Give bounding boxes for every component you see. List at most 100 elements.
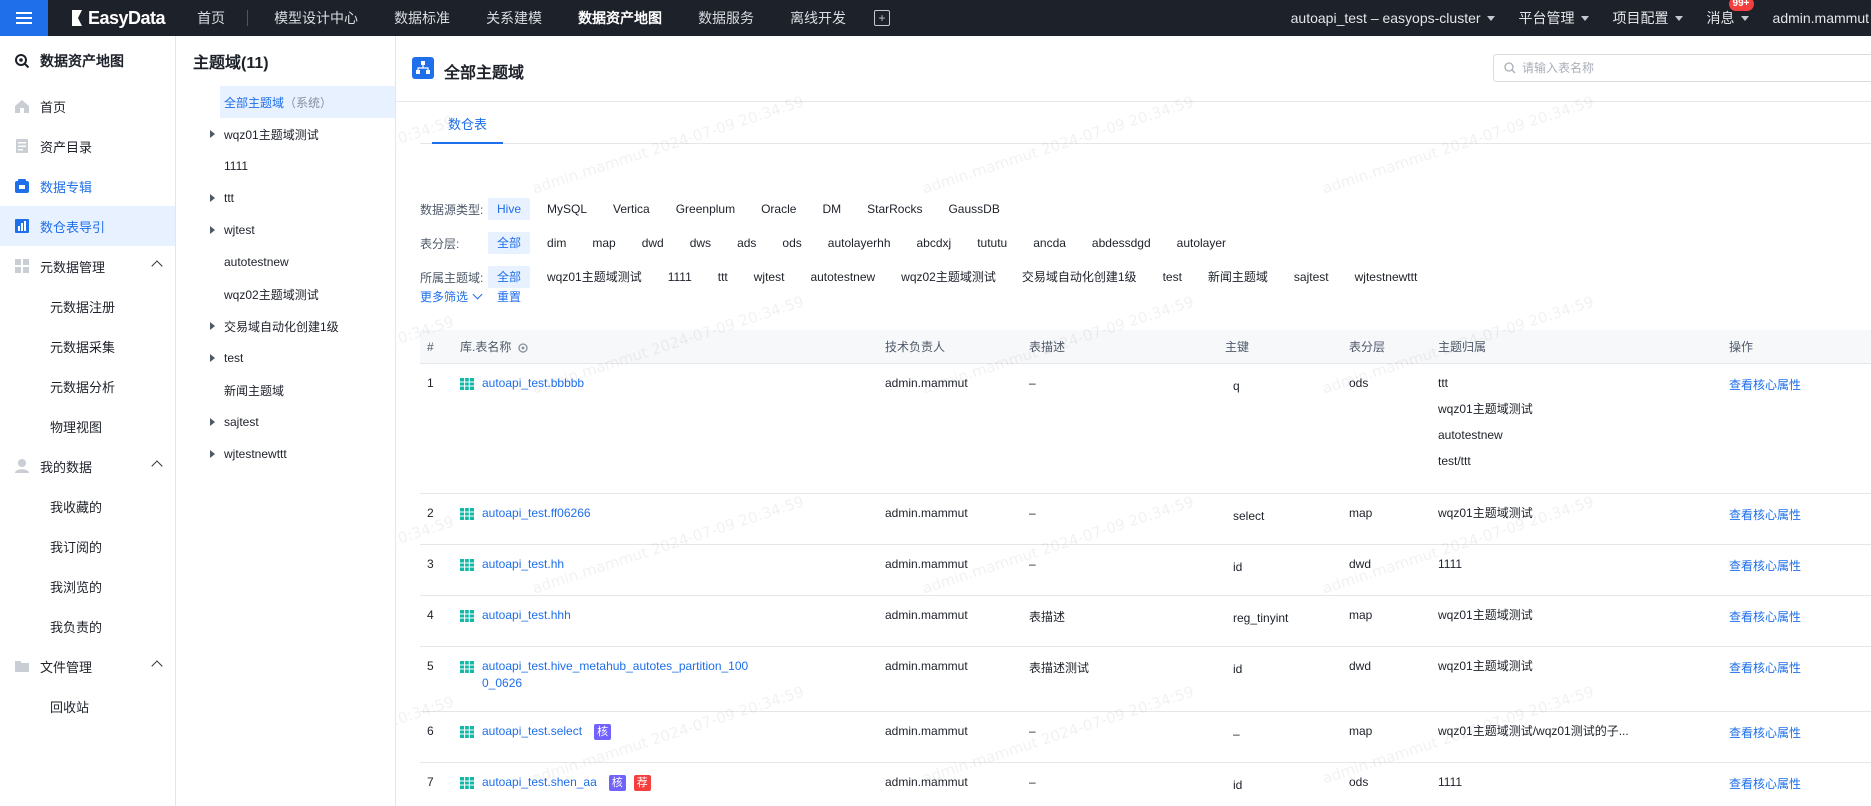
sidebar-subitem-favorites[interactable]: 我收藏的 [0, 486, 175, 526]
filter-chip[interactable]: ancda [1024, 232, 1075, 254]
filter-chip[interactable]: Oracle [752, 198, 805, 220]
filter-chip[interactable]: wqz01主题域测试 [538, 266, 651, 288]
tree-node[interactable]: ttt [176, 182, 395, 214]
sidebar-subitem-physical-view[interactable]: 物理视图 [0, 406, 175, 446]
tree-node[interactable]: wjtest [176, 214, 395, 246]
view-core-attributes-link[interactable]: 查看核心属性 [1729, 378, 1801, 392]
sidebar-subitem-responsible[interactable]: 我负责的 [0, 606, 175, 646]
filter-chip[interactable]: autolayer [1168, 232, 1235, 254]
tree-node[interactable]: 1111 [176, 150, 395, 182]
sidebar-item-guide[interactable]: 数仓表导引 [0, 206, 175, 246]
filter-chip[interactable]: sajtest [1285, 266, 1338, 288]
search-input[interactable] [1522, 61, 1822, 75]
table-name-link[interactable]: autoapi_test.shen_aa [482, 775, 597, 789]
view-core-attributes-link[interactable]: 查看核心属性 [1729, 559, 1801, 573]
filter-chip[interactable]: ttt [709, 266, 737, 288]
filter-chip[interactable]: Hive [488, 198, 531, 220]
view-core-attributes-link[interactable]: 查看核心属性 [1729, 726, 1801, 740]
nav-relational-modeling[interactable]: 关系建模 [468, 0, 560, 36]
sidebar-subitem-subscribed[interactable]: 我订阅的 [0, 526, 175, 566]
sidebar-subitem-recycle-bin[interactable]: 回收站 [0, 686, 175, 726]
filter-chip[interactable]: test [1154, 266, 1191, 288]
app-logo[interactable]: EasyData [70, 8, 166, 29]
platform-menu[interactable]: 平台管理 [1507, 8, 1601, 28]
filter-chip[interactable]: wqz02主题域测试 [892, 266, 1005, 288]
tree-node[interactable]: wqz01主题域测试 [176, 118, 395, 150]
table-search[interactable] [1493, 54, 1871, 82]
sidebar-item-files[interactable]: 文件管理 [0, 646, 175, 686]
sidebar-item-home[interactable]: 首页 [0, 86, 175, 126]
filter-chip[interactable]: 1111 [659, 266, 701, 288]
add-tab-icon[interactable]: + [874, 10, 891, 26]
reset-button[interactable]: 重置 [497, 288, 521, 305]
filter-chip[interactable]: tututu [968, 232, 1016, 254]
table-name-link[interactable]: autoapi_test.ff06266 [482, 506, 591, 520]
caret-right-icon[interactable] [210, 130, 215, 138]
sidebar-subitem-meta-analysis[interactable]: 元数据分析 [0, 366, 175, 406]
table-name-link[interactable]: autoapi_test.bbbbb [482, 376, 584, 390]
caret-right-icon[interactable] [210, 418, 215, 426]
filter-chip[interactable]: Vertica [604, 198, 659, 220]
nav-data-asset-map[interactable]: 数据资产地图 [560, 0, 680, 36]
gear-icon[interactable] [517, 342, 529, 354]
user-menu[interactable]: admin.mammut [1761, 10, 1871, 26]
view-core-attributes-link[interactable]: 查看核心属性 [1729, 661, 1801, 675]
tree-node[interactable]: wqz02主题域测试 [176, 278, 395, 310]
table-name-link[interactable]: autoapi_test.hive_metahub_autotes_partit… [482, 659, 748, 693]
sidebar-subitem-meta-register[interactable]: 元数据注册 [0, 286, 175, 326]
filter-chip[interactable]: wjtestnewttt [1346, 266, 1427, 288]
table-name-link[interactable]: autoapi_test.select [482, 724, 582, 738]
cluster-select[interactable]: autoapi_test – easyops-cluster [1279, 10, 1507, 26]
filter-chip[interactable]: dwd [633, 232, 673, 254]
filter-chip[interactable]: dim [538, 232, 575, 254]
project-menu[interactable]: 项目配置 [1601, 8, 1695, 28]
view-core-attributes-link[interactable]: 查看核心属性 [1729, 610, 1801, 624]
filter-chip[interactable]: autolayerhh [819, 232, 900, 254]
table-name-link[interactable]: autoapi_test.hhh [482, 608, 571, 622]
filter-chip[interactable]: 全部 [488, 232, 531, 254]
sidebar-item-metadata[interactable]: 元数据管理 [0, 246, 175, 286]
filter-chip[interactable]: DM [813, 198, 850, 220]
filter-chip[interactable]: StarRocks [858, 198, 931, 220]
tree-node[interactable]: 交易域自动化创建1级 [176, 310, 395, 342]
menu-icon[interactable] [0, 0, 48, 36]
tree-node[interactable]: sajtest [176, 406, 395, 438]
tree-node-all-domains[interactable]: 全部主题域 （系统） [220, 86, 395, 118]
filter-chip[interactable]: dws [681, 232, 720, 254]
caret-right-icon[interactable] [210, 322, 215, 330]
sidebar-item-catalog[interactable]: 资产目录 [0, 126, 175, 166]
filter-chip[interactable]: 新闻主题域 [1199, 266, 1277, 288]
sidebar-subitem-meta-collect[interactable]: 元数据采集 [0, 326, 175, 366]
tab-warehouse-tables[interactable]: 数仓表 [432, 114, 504, 144]
tree-node[interactable]: wjtestnewttt [176, 438, 395, 470]
view-core-attributes-link[interactable]: 查看核心属性 [1729, 777, 1801, 791]
filter-chip[interactable]: 交易域自动化创建1级 [1013, 266, 1146, 288]
filter-chip[interactable]: wjtest [745, 266, 794, 288]
filter-chip[interactable]: ads [728, 232, 765, 254]
nav-home[interactable]: 首页 [179, 0, 243, 36]
sidebar-item-album[interactable]: 数据专辑 [0, 166, 175, 206]
more-filters-button[interactable]: 更多筛选 [420, 288, 483, 305]
caret-right-icon[interactable] [210, 450, 215, 458]
table-name-link[interactable]: autoapi_test.hh [482, 557, 564, 571]
tree-node[interactable]: 新闻主题域 [176, 374, 395, 406]
caret-right-icon[interactable] [210, 354, 215, 362]
filter-chip[interactable]: ods [773, 232, 810, 254]
tree-node[interactable]: autotestnew [176, 246, 395, 278]
filter-chip[interactable]: MySQL [538, 198, 596, 220]
caret-right-icon[interactable] [210, 194, 215, 202]
filter-chip[interactable]: abdessdgd [1083, 232, 1160, 254]
nav-model-design[interactable]: 模型设计中心 [256, 0, 376, 36]
sidebar-item-my-data[interactable]: 我的数据 [0, 446, 175, 486]
caret-right-icon[interactable] [210, 226, 215, 234]
filter-chip[interactable]: autotestnew [801, 266, 884, 288]
filter-chip[interactable]: map [583, 232, 624, 254]
view-core-attributes-link[interactable]: 查看核心属性 [1729, 508, 1801, 522]
messages-menu[interactable]: 消息 99+ [1695, 0, 1761, 28]
filter-chip[interactable]: GaussDB [939, 198, 1008, 220]
filter-chip[interactable]: Greenplum [667, 198, 744, 220]
nav-data-standard[interactable]: 数据标准 [376, 0, 468, 36]
nav-data-service[interactable]: 数据服务 [680, 0, 772, 36]
filter-chip[interactable]: abcdxj [908, 232, 961, 254]
sidebar-subitem-browsed[interactable]: 我浏览的 [0, 566, 175, 606]
